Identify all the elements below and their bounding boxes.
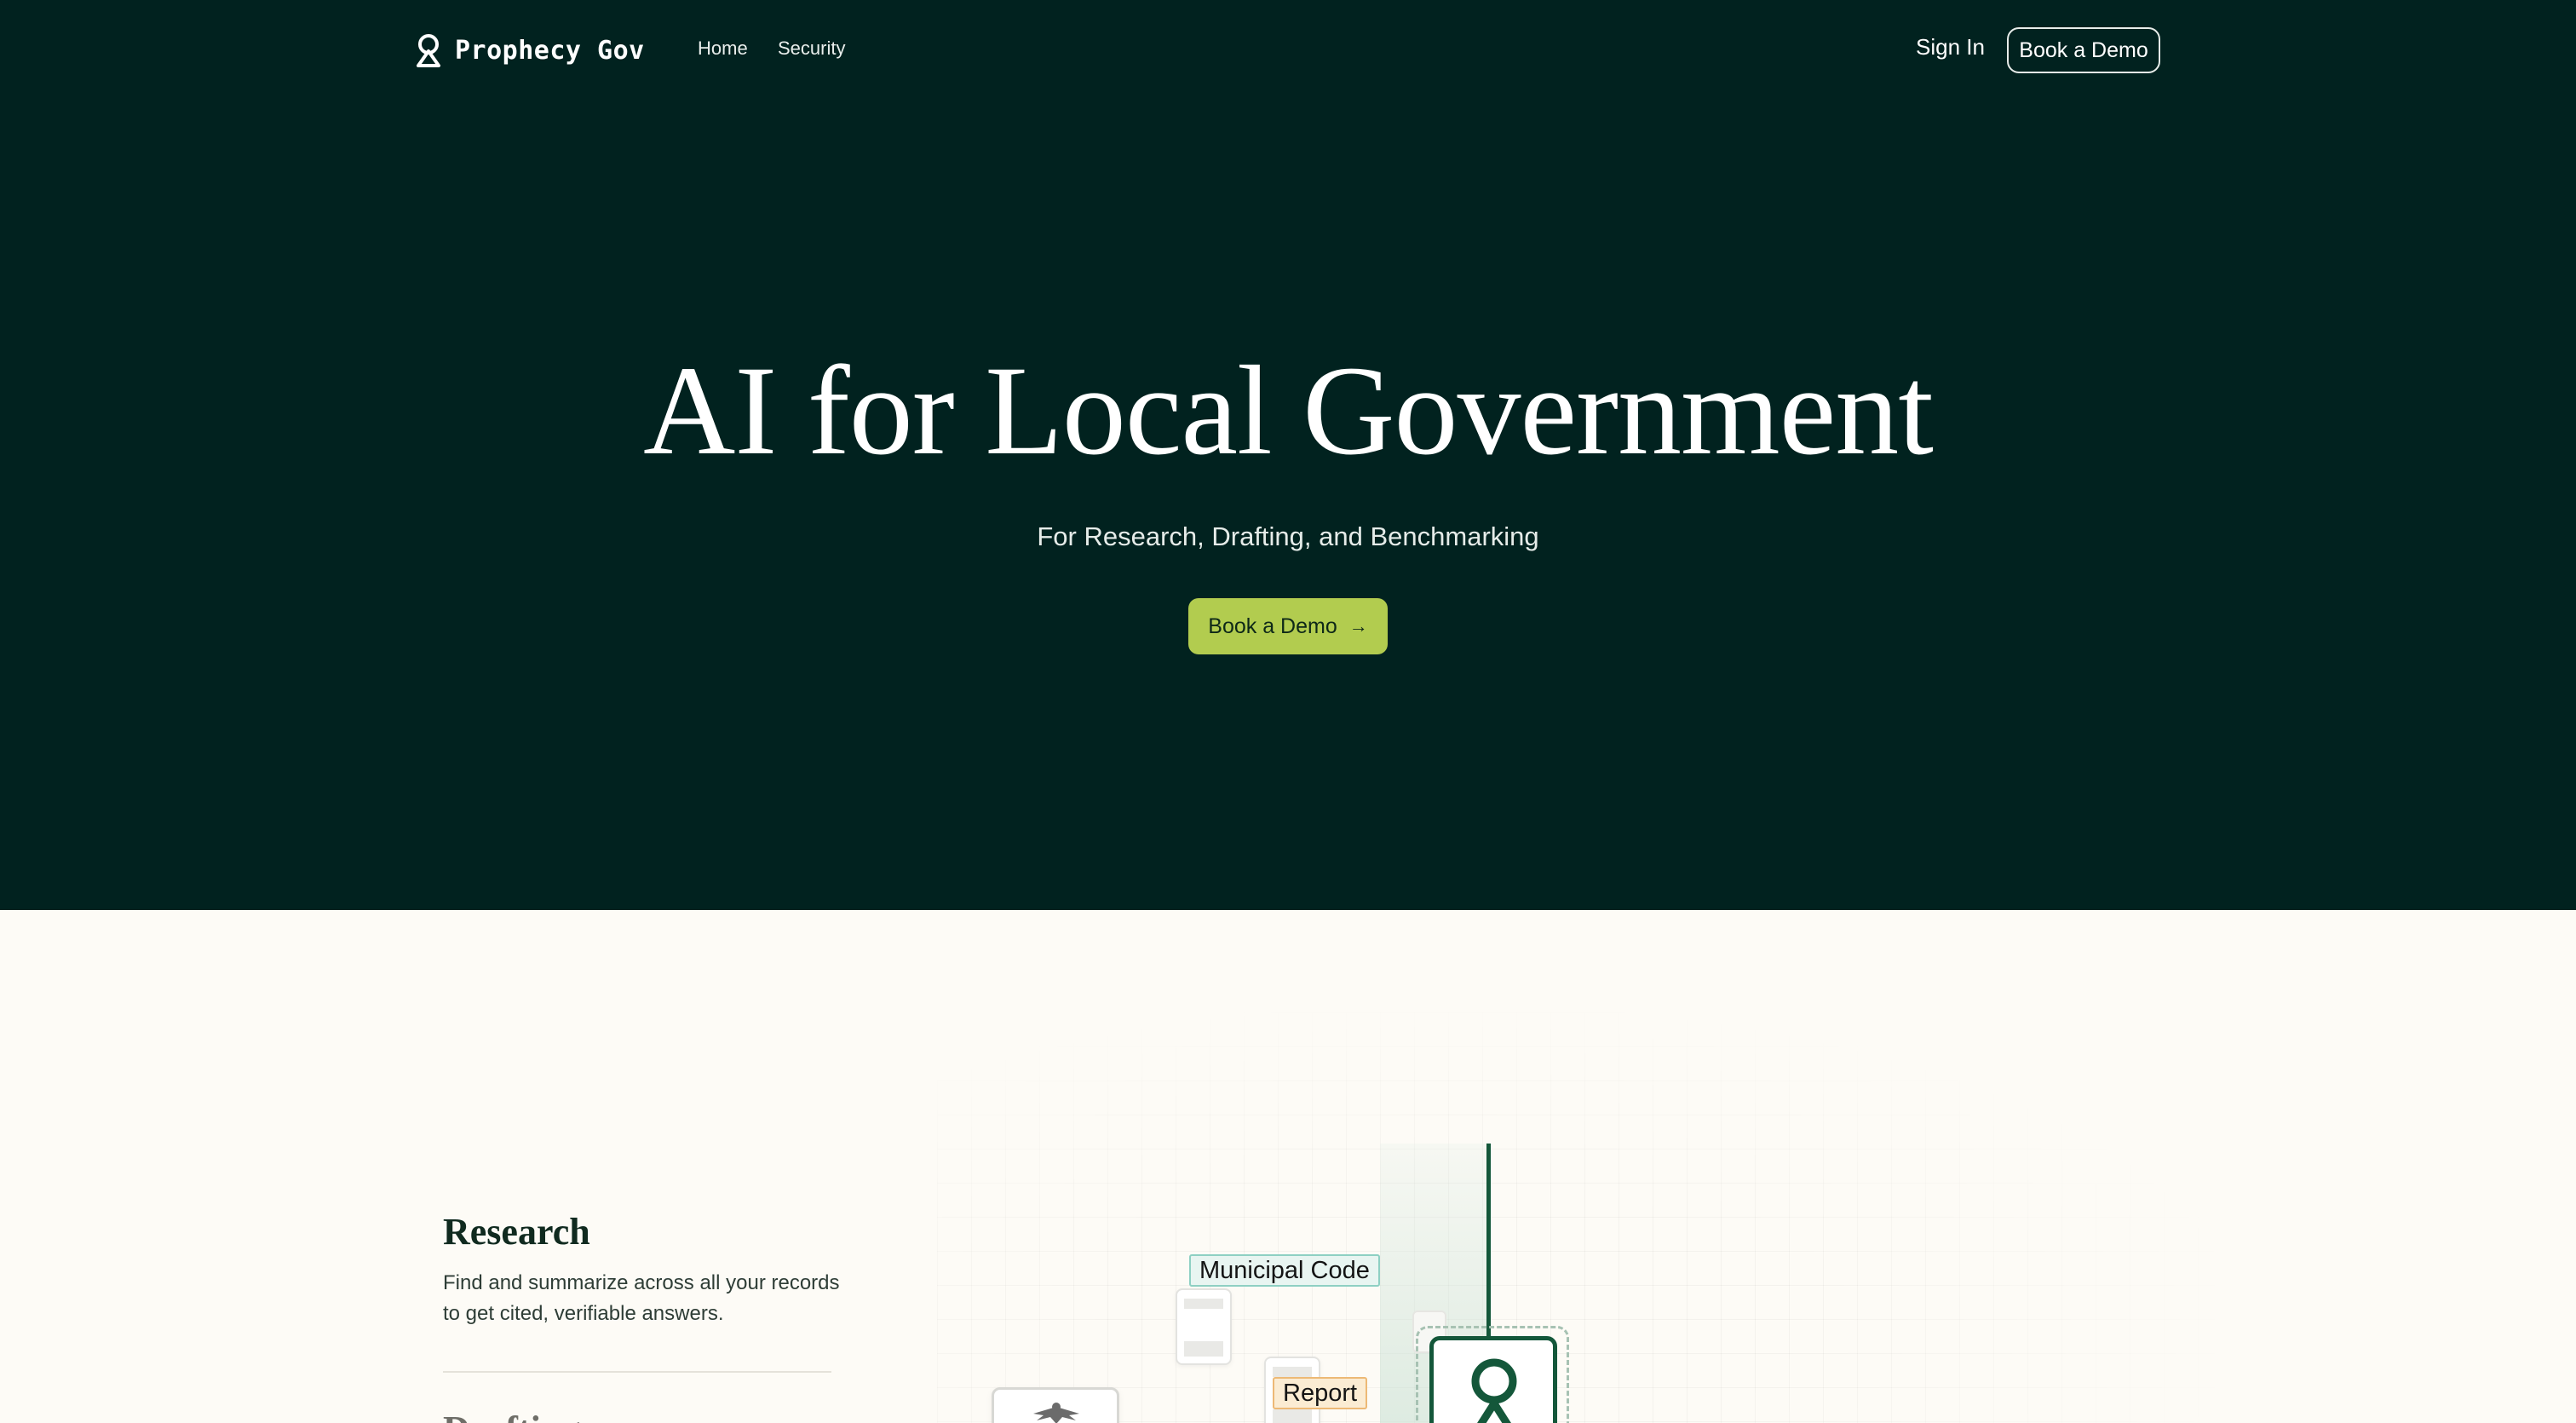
eagle-seal-icon xyxy=(1033,1403,1079,1423)
nav-book-demo-button[interactable]: Book a Demo xyxy=(2007,27,2160,73)
feature-divider xyxy=(443,1371,831,1373)
grid-background xyxy=(937,1012,2215,1423)
hero-book-demo-button[interactable]: Book a Demo → xyxy=(1188,598,1388,654)
nav-link-home[interactable]: Home xyxy=(698,37,748,60)
prophecy-card xyxy=(1429,1336,1557,1423)
seal-card xyxy=(992,1387,1119,1423)
prophecy-logo-icon xyxy=(417,34,440,67)
features-section: Research Find and summarize across all y… xyxy=(0,910,2576,1423)
hero-section: Prophecy Gov Home Security Sign In Book … xyxy=(0,0,2576,910)
feature-title-drafting[interactable]: Drafting xyxy=(443,1408,580,1423)
hero-title: AI for Local Government xyxy=(643,340,1934,481)
hero-cta-label: Book a Demo xyxy=(1208,614,1337,638)
sign-in-link[interactable]: Sign In xyxy=(1916,34,1985,60)
prophecy-logo-icon xyxy=(1471,1358,1517,1423)
document-icon xyxy=(1176,1288,1232,1365)
top-nav: Prophecy Gov Home Security Sign In Book … xyxy=(0,0,2576,101)
hero-subtitle: For Research, Drafting, and Benchmarking xyxy=(1037,521,1539,551)
arrow-right-icon: → xyxy=(1348,615,1368,637)
feature-title-research[interactable]: Research xyxy=(443,1210,590,1253)
brand-name: Prophecy Gov xyxy=(455,35,645,66)
report-tag: Report xyxy=(1273,1377,1368,1409)
feature-description: Find and summarize across all your recor… xyxy=(443,1271,840,1325)
municipal-code-tag: Municipal Code xyxy=(1189,1254,1380,1287)
nav-link-security[interactable]: Security xyxy=(778,37,845,60)
brand-logo[interactable]: Prophecy Gov xyxy=(414,31,645,70)
